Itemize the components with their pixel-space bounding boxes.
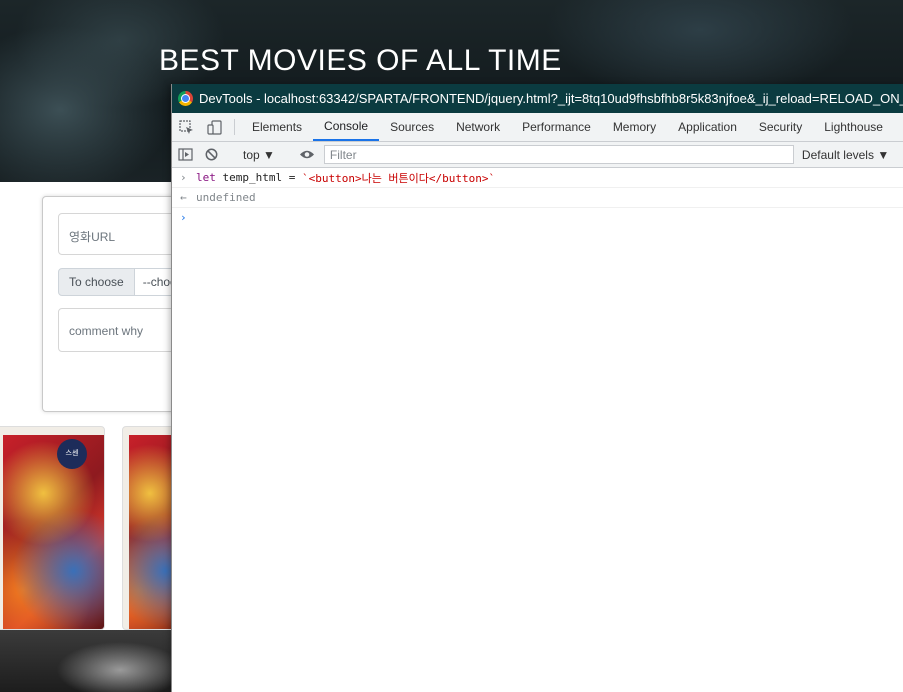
- tab-memory[interactable]: Memory: [602, 113, 667, 141]
- chrome-icon: [178, 91, 193, 106]
- window-title: DevTools - localhost:63342/SPARTA/FRONTE…: [199, 91, 903, 106]
- movie-card[interactable]: 스센: [0, 426, 105, 630]
- console-input-line[interactable]: › let temp_html = `<button>나는 버튼이다</butt…: [172, 168, 903, 188]
- tab-security[interactable]: Security: [748, 113, 813, 141]
- sidebar-toggle-icon[interactable]: [172, 148, 198, 161]
- console-toolbar: top ▼ Filter Default levels ▼: [172, 142, 903, 168]
- tab-network[interactable]: Network: [445, 113, 511, 141]
- input-chevron-icon: ›: [180, 171, 187, 184]
- prompt-chevron-icon: ›: [180, 211, 187, 224]
- page-title: BEST MOVIES OF ALL TIME: [159, 44, 562, 77]
- context-selector[interactable]: top ▼: [237, 148, 281, 162]
- rating-select-label: To choose: [58, 268, 135, 296]
- poster-badge: 스센: [57, 439, 87, 469]
- code-keyword: let: [196, 171, 216, 184]
- result-arrow-icon: ←: [180, 191, 187, 204]
- live-expression-eye-icon[interactable]: [294, 149, 320, 160]
- device-toolbar-icon[interactable]: [200, 113, 228, 141]
- code-string: `<button>나는 버튼이다</button>`: [301, 171, 496, 185]
- console-filter-input[interactable]: Filter: [323, 145, 794, 164]
- devtools-titlebar[interactable]: DevTools - localhost:63342/SPARTA/FRONTE…: [172, 84, 903, 113]
- toolbar-divider: [234, 119, 235, 135]
- tab-performance[interactable]: Performance: [511, 113, 602, 141]
- inspect-element-icon[interactable]: [172, 113, 200, 141]
- clear-console-icon[interactable]: [198, 148, 224, 161]
- code-text: temp_html =: [215, 171, 302, 184]
- log-levels-label: Default levels: [801, 147, 874, 162]
- tab-sources[interactable]: Sources: [379, 113, 445, 141]
- devtools-window: DevTools - localhost:63342/SPARTA/FRONTE…: [171, 84, 903, 692]
- tab-application[interactable]: Application: [667, 113, 748, 141]
- tab-console[interactable]: Console: [313, 113, 380, 141]
- console-prompt[interactable]: ›: [172, 208, 903, 227]
- console-output: › let temp_html = `<button>나는 버튼이다</butt…: [172, 168, 903, 227]
- tab-elements[interactable]: Elements: [241, 113, 313, 141]
- dropdown-arrow-icon: ▼: [877, 147, 890, 162]
- context-label: top: [243, 147, 260, 162]
- result-value: undefined: [196, 191, 256, 204]
- console-result-line: ← undefined: [172, 188, 903, 208]
- background-image: [0, 630, 180, 692]
- dropdown-arrow-icon: ▼: [263, 147, 275, 162]
- devtools-tab-bar: Elements Console Sources Network Perform…: [172, 113, 903, 142]
- movie-poster-image: [3, 435, 104, 629]
- tab-lighthouse[interactable]: Lighthouse: [813, 113, 894, 141]
- log-levels-dropdown[interactable]: Default levels ▼: [802, 148, 889, 162]
